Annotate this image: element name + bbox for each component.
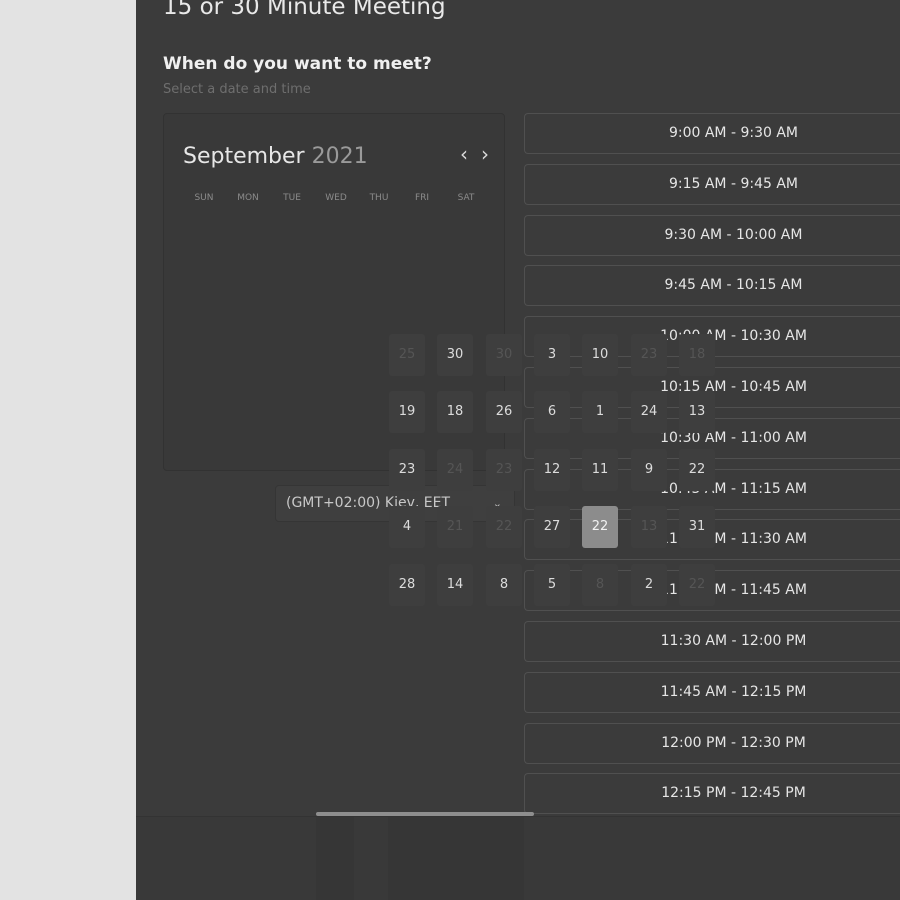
time-slot-button[interactable]: 11:45 AM - 12:15 PM [524, 671, 900, 713]
page-title: 15 or 30 Minute Meeting [163, 0, 446, 20]
calendar-day[interactable]: 28 [389, 564, 425, 606]
weekday-label: MON [237, 193, 259, 203]
footer-panel [316, 817, 354, 900]
calendar-day[interactable]: 3 [534, 334, 570, 376]
chevron-left-icon[interactable]: ‹ [460, 144, 468, 164]
calendar-day[interactable]: 23 [486, 449, 522, 491]
weekday-label: TUE [283, 193, 301, 203]
calendar-day[interactable]: 30 [437, 334, 473, 376]
calendar-day[interactable]: 24 [437, 449, 473, 491]
calendar-day[interactable]: 2 [631, 564, 667, 606]
calendar-day-selected[interactable]: 22 [582, 506, 618, 548]
calendar-day[interactable]: 18 [437, 391, 473, 433]
calendar-title: September 2021 [183, 144, 368, 169]
calendar-day[interactable]: 23 [631, 334, 667, 376]
calendar-day[interactable]: 11 [582, 449, 618, 491]
calendar-day[interactable]: 30 [486, 334, 522, 376]
day-grid: 25 30 30 3 10 23 18 19 18 26 6 1 24 13 23 24 23 12 11 9 22 4 2… [389, 334, 721, 624]
calendar-day[interactable]: 8 [486, 564, 522, 606]
scroll-indicator[interactable] [316, 812, 534, 816]
time-slot-button[interactable]: 9:30 AM - 10:00 AM [524, 214, 900, 256]
weekday-label: SUN [194, 193, 214, 203]
time-slot-button[interactable]: 11:30 AM - 12:00 PM [524, 621, 900, 662]
calendar-day[interactable]: 22 [679, 564, 715, 606]
calendar-day[interactable]: 26 [486, 391, 522, 433]
calendar-day[interactable]: 10 [582, 334, 618, 376]
calendar-day[interactable]: 1 [582, 391, 618, 433]
time-slot-button[interactable]: 9:15 AM - 9:45 AM [524, 163, 900, 205]
calendar-day[interactable]: 27 [534, 506, 570, 548]
calendar-day[interactable]: 31 [679, 506, 715, 548]
chevron-right-icon[interactable]: › [481, 144, 489, 164]
calendar-day[interactable]: 23 [389, 449, 425, 491]
time-slot-button[interactable]: 9:45 AM - 10:15 AM [524, 265, 900, 307]
calendar-day[interactable]: 13 [631, 506, 667, 548]
calendar-day[interactable]: 5 [534, 564, 570, 606]
calendar-day[interactable]: 6 [534, 391, 570, 433]
calendar-day[interactable]: 8 [582, 564, 618, 606]
section-heading: When do you want to meet? [163, 54, 432, 74]
calendar-day[interactable]: 4 [389, 506, 425, 548]
calendar-day[interactable]: 14 [437, 564, 473, 606]
weekday-label: SAT [457, 193, 475, 203]
footer-panel [388, 817, 524, 900]
calendar-day[interactable]: 25 [389, 334, 425, 376]
calendar-day[interactable]: 21 [437, 506, 473, 548]
time-slot-button[interactable]: 12:15 PM - 12:45 PM [524, 773, 900, 815]
weekday-label: FRI [414, 193, 430, 203]
calendar-day[interactable]: 13 [679, 391, 715, 433]
calendar-day[interactable]: 24 [631, 391, 667, 433]
time-slot-button[interactable]: 9:00 AM - 9:30 AM [524, 113, 900, 154]
calendar-day[interactable]: 22 [679, 449, 715, 491]
weekday-label: WED [325, 193, 347, 203]
section-subheading: Select a date and time [163, 82, 311, 97]
footer-bar [136, 816, 900, 900]
calendar-month: September [183, 144, 305, 169]
scheduler-panel: 15 or 30 Minute Meeting When do you want… [136, 0, 900, 900]
calendar-day[interactable]: 19 [389, 391, 425, 433]
weekday-label: THU [369, 193, 389, 203]
calendar-year: 2021 [311, 144, 368, 169]
calendar-day[interactable]: 9 [631, 449, 667, 491]
calendar-day[interactable]: 18 [679, 334, 715, 376]
calendar-day[interactable]: 12 [534, 449, 570, 491]
calendar-day[interactable]: 22 [486, 506, 522, 548]
time-slot-button[interactable]: 12:00 PM - 12:30 PM [524, 722, 900, 764]
